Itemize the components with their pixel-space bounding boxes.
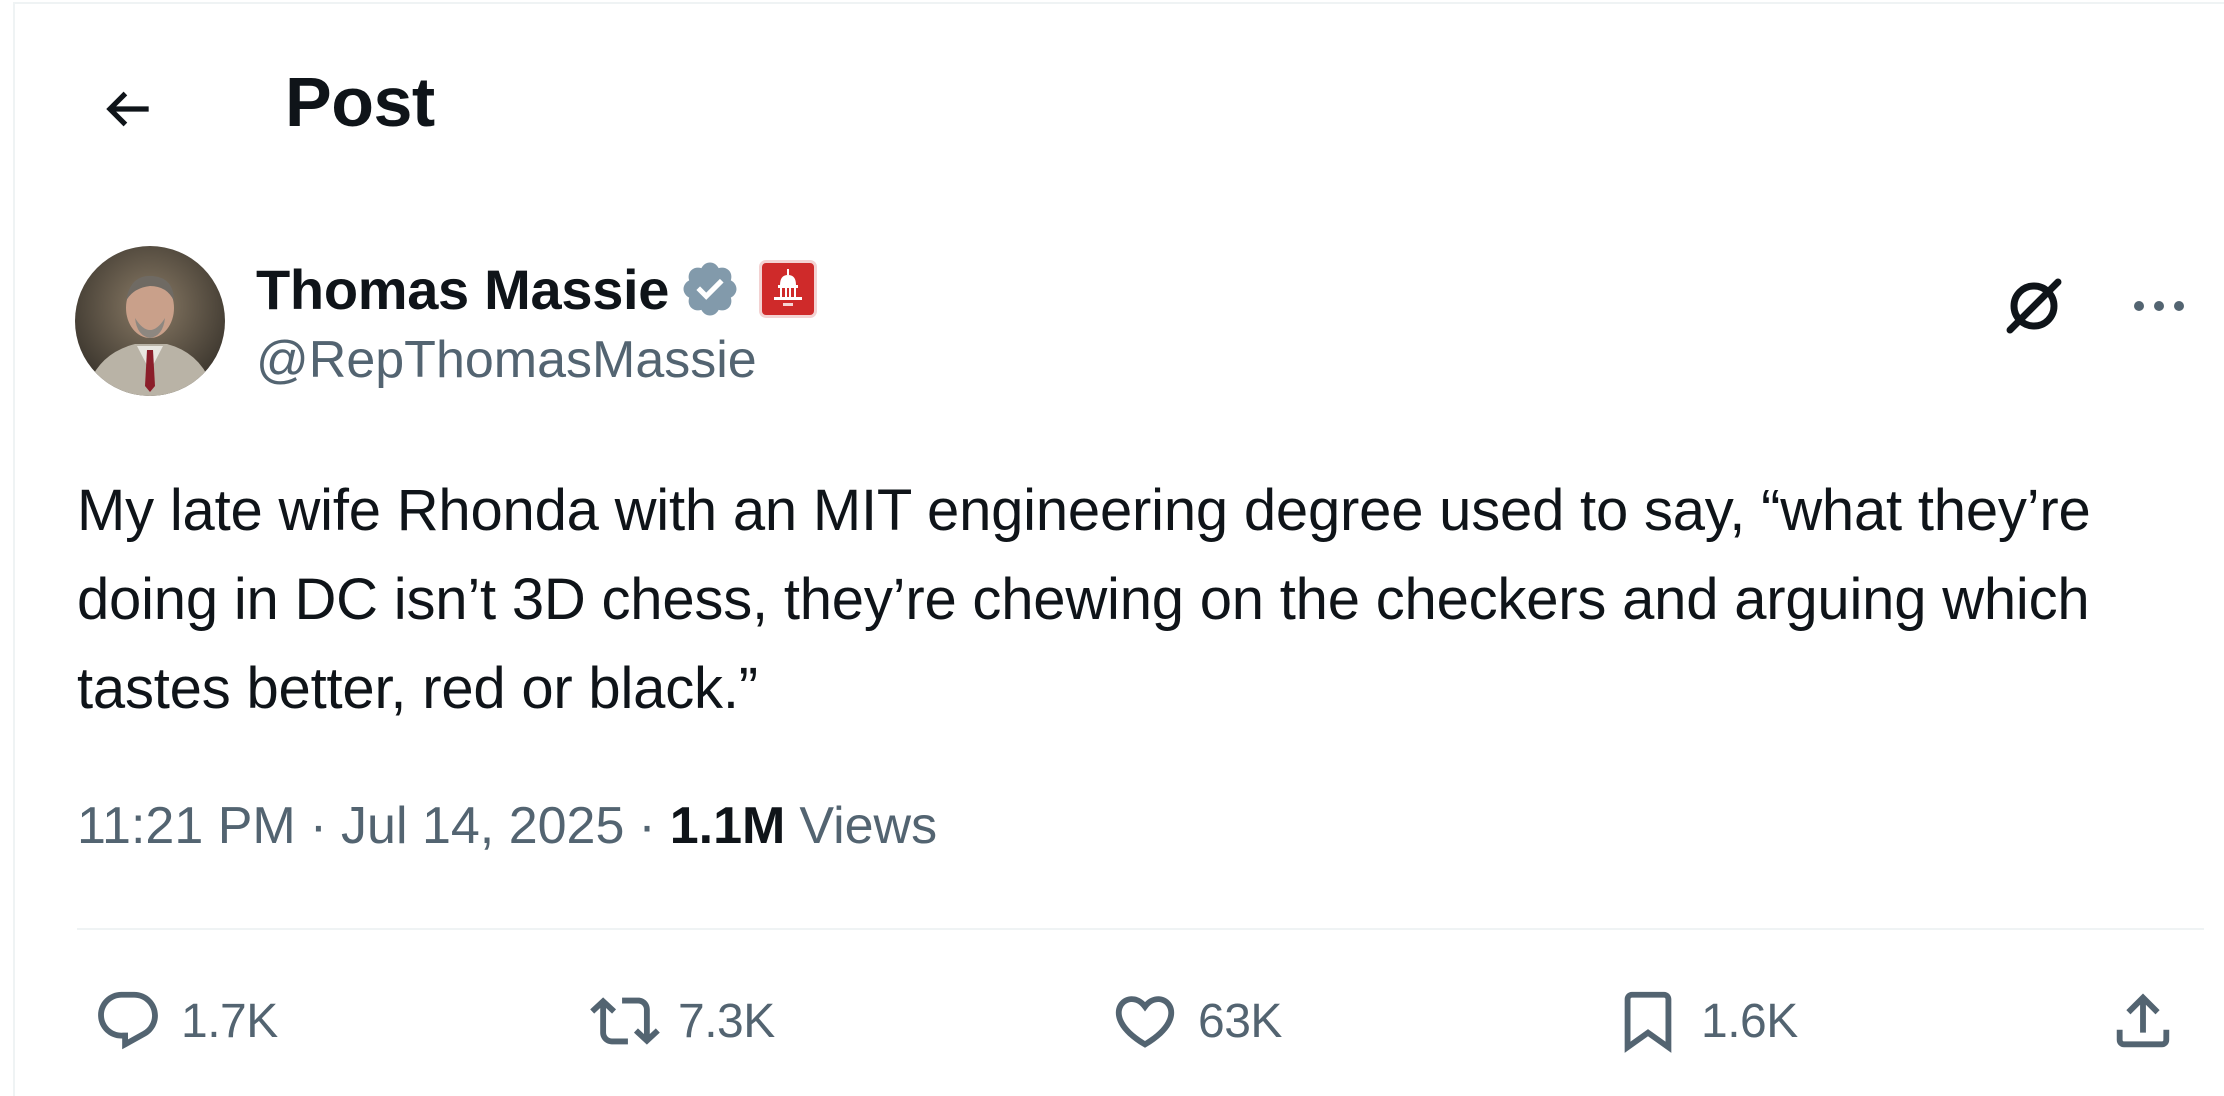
- reply-button[interactable]: 1.7K: [93, 966, 278, 1076]
- bookmark-button[interactable]: 1.6K: [1613, 966, 1798, 1076]
- reply-count: 1.7K: [181, 994, 278, 1048]
- like-count: 63K: [1198, 994, 1282, 1048]
- repost-button[interactable]: 7.3K: [590, 966, 775, 1076]
- user-handle[interactable]: @RepThomasMassie: [256, 330, 757, 390]
- action-bar: 1.7K 7.3K 63K 1.6K: [15, 966, 2224, 1086]
- share-button[interactable]: [2108, 966, 2178, 1076]
- views-label: Views: [799, 797, 938, 855]
- meta-separator: ·: [638, 797, 656, 855]
- like-button[interactable]: 63K: [1110, 966, 1282, 1076]
- post-page: Post Thomas Massie @RepThomasMassie My l…: [13, 2, 2224, 1096]
- heart-icon: [1115, 996, 1175, 1048]
- avatar-image: [75, 246, 225, 396]
- share-icon: [2116, 993, 2170, 1048]
- grok-icon: [2006, 278, 2062, 334]
- grok-button[interactable]: [1994, 266, 2074, 346]
- divider: [77, 928, 2204, 930]
- repost-icon: [590, 997, 660, 1045]
- meta-separator: ·: [309, 797, 328, 855]
- name-row: Thomas Massie: [256, 256, 818, 322]
- reply-icon: [98, 991, 158, 1050]
- views-count: 1.1M: [669, 797, 786, 855]
- bookmark-icon: [1624, 991, 1672, 1053]
- post-date[interactable]: Jul 14, 2025: [341, 796, 624, 856]
- post-text: My late wife Rhonda with an MIT engineer…: [77, 478, 2107, 721]
- display-name[interactable]: Thomas Massie: [256, 257, 669, 322]
- page-title: Post: [285, 63, 435, 141]
- bookmark-count: 1.6K: [1701, 994, 1798, 1048]
- arrow-left-icon: [106, 91, 149, 127]
- back-button[interactable]: [85, 74, 171, 144]
- repost-count: 7.3K: [678, 994, 775, 1048]
- post-time[interactable]: 11:21 PM: [77, 796, 296, 856]
- more-options-button[interactable]: [2114, 266, 2204, 346]
- post-metadata: 11:21 PM · Jul 14, 2025 · 1.1M Views: [77, 796, 937, 856]
- post-author: Thomas Massie @RepThomasMassie: [75, 246, 2204, 406]
- affiliation-badge[interactable]: [759, 260, 818, 318]
- more-horizontal-icon: [2134, 301, 2184, 311]
- verified-badge-icon[interactable]: [679, 258, 741, 320]
- capitol-building-icon: [774, 269, 803, 306]
- page-header: Post: [15, 4, 2224, 204]
- avatar[interactable]: [75, 246, 225, 396]
